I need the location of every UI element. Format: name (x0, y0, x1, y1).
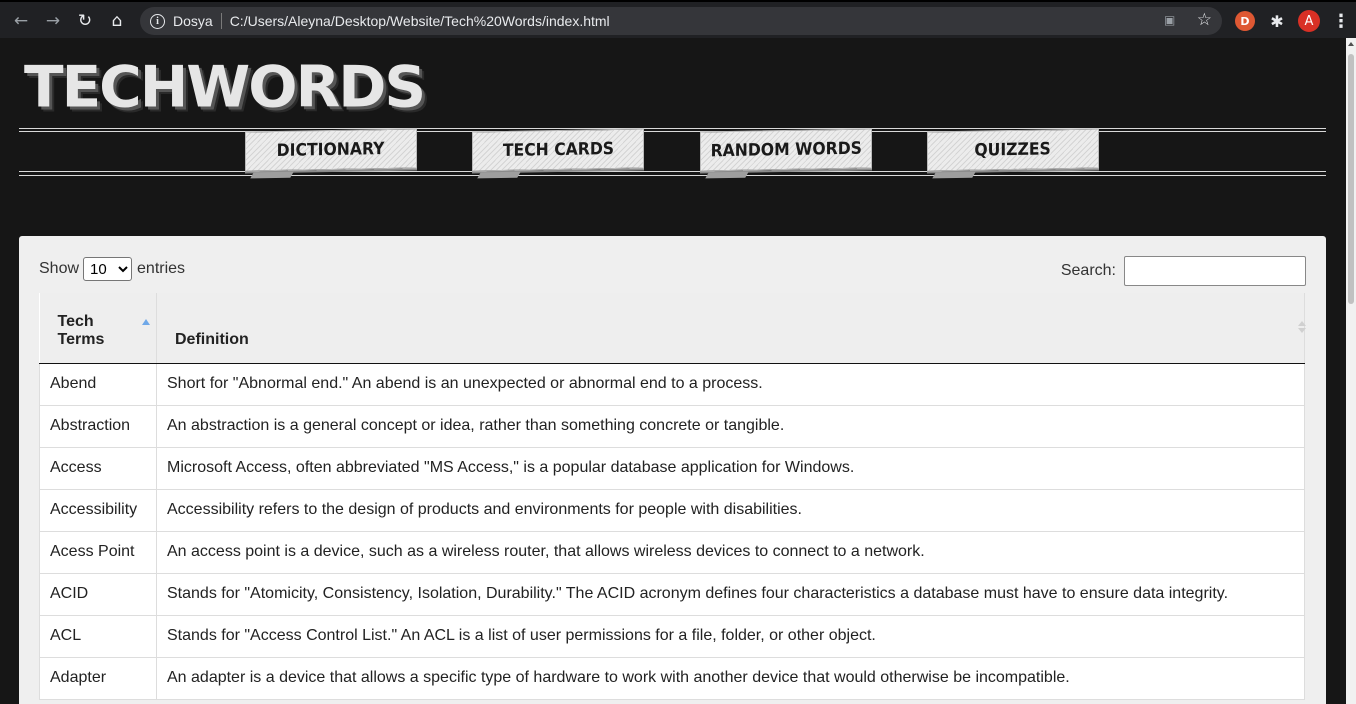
forward-icon[interactable]: → (40, 8, 66, 34)
nav-tab-label: RANDOM WORDS (710, 138, 862, 162)
column-header-label: Definition (175, 330, 249, 348)
kebab-menu-icon[interactable]: ⋮ (1331, 11, 1351, 32)
nav-line-top-inner (19, 131, 1326, 132)
table-search: Search: (1061, 256, 1306, 286)
page-scrollbar[interactable] (1346, 38, 1356, 704)
browser-toolbar: ← → ↻ ⌂ i Dosya C:/Users/Aleyna/Desktop/… (0, 0, 1356, 38)
definition-cell: Short for "Abnormal end." An abend is an… (156, 363, 1305, 406)
term-cell: Access (39, 447, 157, 490)
table-row: Acess Point An access point is a device,… (39, 531, 1305, 574)
show-label: Show (39, 260, 80, 277)
page-content: TECHWORDS DICTIONARY TECH CARDS RANDOM W… (0, 38, 1346, 704)
nav-line-bottom-inner (19, 171, 1326, 172)
entries-label: entries (137, 260, 186, 277)
nav-tab-label: DICTIONARY (277, 139, 385, 161)
duckduckgo-extension-icon[interactable]: D (1235, 11, 1255, 31)
column-header-label: Tech Terms (57, 312, 105, 348)
column-header-tech-terms[interactable]: Tech Terms (39, 293, 157, 364)
nav-line-top (19, 128, 1326, 129)
home-icon[interactable]: ⌂ (104, 8, 130, 34)
site-label: Dosya (173, 13, 213, 29)
definition-cell: Accessibility refers to the design of pr… (156, 489, 1305, 532)
term-cell: Adapter (39, 657, 157, 700)
table-row: Adapter An adapter is a device that allo… (39, 657, 1305, 700)
definition-cell: Stands for "Access Control List." An ACL… (156, 615, 1305, 658)
bookmark-star-icon[interactable]: ☆ (1197, 10, 1212, 30)
term-cell: Abstraction (39, 405, 157, 448)
search-input[interactable] (1124, 256, 1306, 286)
profile-avatar[interactable]: A (1298, 10, 1320, 32)
table-row: Abstraction An abstraction is a general … (39, 405, 1305, 448)
definition-cell: An abstraction is a general concept or i… (156, 405, 1305, 448)
term-cell: ACID (39, 573, 157, 616)
nav-tab-quizzes[interactable]: QUIZZES (927, 128, 1099, 172)
entries-select[interactable]: 10 (83, 257, 133, 281)
url-text[interactable]: C:/Users/Aleyna/Desktop/Website/Tech%20W… (230, 13, 610, 29)
nav-tab-tech-cards[interactable]: TECH CARDS (472, 128, 644, 172)
nav-tab-random-words[interactable]: RANDOM WORDS (700, 128, 872, 172)
nav-line-bottom (19, 175, 1326, 176)
definition-cell: Stands for "Atomicity, Consistency, Isol… (156, 573, 1305, 616)
address-bar[interactable]: i Dosya C:/Users/Aleyna/Desktop/Website/… (140, 7, 1222, 35)
nav-tab-label: TECH CARDS (502, 139, 614, 161)
definition-cell: An access point is a device, such as a w… (156, 531, 1305, 574)
scroll-up-arrow-icon[interactable] (1348, 42, 1354, 46)
extensions-puzzle-icon[interactable]: ✱ (1267, 11, 1287, 31)
column-header-definition[interactable]: Definition (156, 293, 1306, 364)
divider (220, 13, 222, 29)
main-navigation: DICTIONARY TECH CARDS RANDOM WORDS QUIZZ… (19, 128, 1326, 178)
translate-icon[interactable]: ▣ (1164, 13, 1180, 29)
nav-tab-dictionary[interactable]: DICTIONARY (245, 128, 417, 172)
term-cell: Accessibility (39, 489, 157, 532)
term-cell: Abend (39, 363, 157, 406)
entries-length-control: Show 10 entries (39, 257, 185, 281)
scrollbar-thumb[interactable] (1348, 54, 1354, 304)
back-icon[interactable]: ← (8, 8, 34, 34)
site-logo[interactable]: TECHWORDS (24, 59, 426, 116)
table-row: Access Microsoft Access, often abbreviat… (39, 447, 1305, 490)
table-row: Abend Short for "Abnormal end." An abend… (39, 363, 1305, 406)
dictionary-table-panel: Show 10 entries Search: Tech Terms Defin… (19, 236, 1326, 704)
info-icon[interactable]: i (150, 13, 165, 29)
term-cell: ACL (39, 615, 157, 658)
reload-icon[interactable]: ↻ (72, 8, 98, 34)
definition-cell: An adapter is a device that allows a spe… (156, 657, 1305, 700)
nav-tab-label: QUIZZES (974, 139, 1052, 161)
table-row: ACID Stands for "Atomicity, Consistency,… (39, 573, 1305, 616)
table-row: Accessibility Accessibility refers to th… (39, 489, 1305, 532)
search-label: Search: (1060, 262, 1116, 279)
term-cell: Acess Point (39, 531, 157, 574)
terms-table: Tech Terms Definition Abend Short for "A… (39, 293, 1306, 700)
table-row: ACL Stands for "Access Control List." An… (39, 615, 1305, 658)
definition-cell: Microsoft Access, often abbreviated "MS … (156, 447, 1305, 490)
sort-ascending-icon (142, 319, 150, 325)
